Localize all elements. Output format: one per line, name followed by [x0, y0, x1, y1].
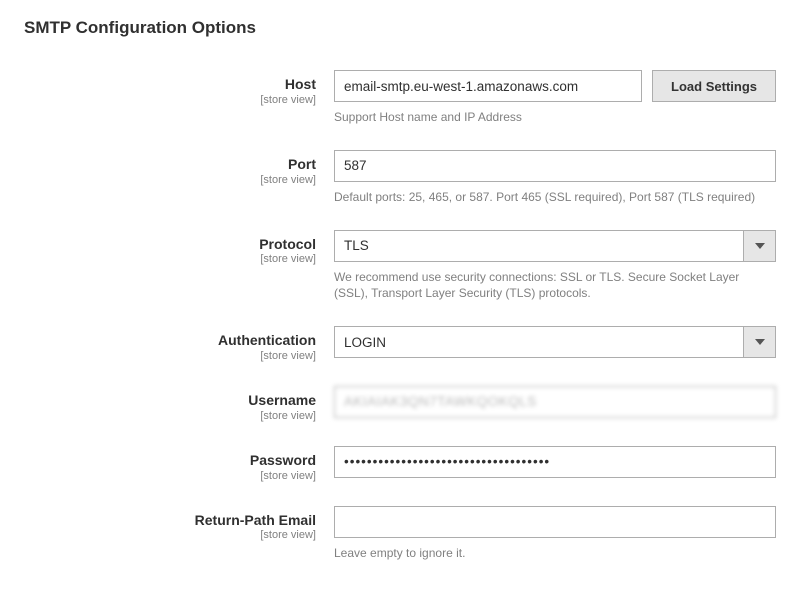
- label-password: Password [store view]: [24, 446, 334, 482]
- label-return-path: Return-Path Email [store view]: [24, 506, 334, 542]
- row-auth: Authentication [store view] LOGIN: [24, 326, 776, 362]
- label-host-scope: [store view]: [24, 94, 316, 106]
- port-input[interactable]: [334, 150, 776, 182]
- protocol-select-value: TLS: [334, 230, 744, 262]
- label-protocol-scope: [store view]: [24, 253, 316, 265]
- chevron-down-icon: [744, 230, 776, 262]
- protocol-help: We recommend use security connections: S…: [334, 269, 774, 303]
- auth-select-value: LOGIN: [334, 326, 744, 358]
- label-port-text: Port: [24, 156, 316, 173]
- username-input[interactable]: [334, 386, 776, 418]
- password-input[interactable]: [334, 446, 776, 478]
- label-password-text: Password: [24, 452, 316, 469]
- label-host-text: Host: [24, 76, 316, 93]
- label-password-scope: [store view]: [24, 470, 316, 482]
- host-input[interactable]: [334, 70, 642, 102]
- load-settings-button[interactable]: Load Settings: [652, 70, 776, 102]
- label-username: Username [store view]: [24, 386, 334, 422]
- smtp-config-form: Host [store view] Load Settings Support …: [24, 70, 776, 561]
- label-auth-text: Authentication: [24, 332, 316, 349]
- port-help: Default ports: 25, 465, or 587. Port 465…: [334, 189, 774, 206]
- row-return-path: Return-Path Email [store view] Leave emp…: [24, 506, 776, 562]
- label-auth: Authentication [store view]: [24, 326, 334, 362]
- row-protocol: Protocol [store view] TLS We recommend u…: [24, 230, 776, 303]
- label-username-text: Username: [24, 392, 316, 409]
- label-return-path-scope: [store view]: [24, 529, 316, 541]
- row-password: Password [store view]: [24, 446, 776, 482]
- label-port: Port [store view]: [24, 150, 334, 186]
- label-protocol-text: Protocol: [24, 236, 316, 253]
- return-path-input[interactable]: [334, 506, 776, 538]
- row-username: Username [store view]: [24, 386, 776, 422]
- label-host: Host [store view]: [24, 70, 334, 106]
- row-port: Port [store view] Default ports: 25, 465…: [24, 150, 776, 206]
- section-title: SMTP Configuration Options: [24, 18, 776, 38]
- host-help: Support Host name and IP Address: [334, 109, 774, 126]
- label-username-scope: [store view]: [24, 410, 316, 422]
- label-return-path-text: Return-Path Email: [24, 512, 316, 529]
- protocol-select[interactable]: TLS: [334, 230, 776, 262]
- auth-select[interactable]: LOGIN: [334, 326, 776, 358]
- label-port-scope: [store view]: [24, 174, 316, 186]
- chevron-down-icon: [744, 326, 776, 358]
- label-protocol: Protocol [store view]: [24, 230, 334, 266]
- row-host: Host [store view] Load Settings Support …: [24, 70, 776, 126]
- label-auth-scope: [store view]: [24, 350, 316, 362]
